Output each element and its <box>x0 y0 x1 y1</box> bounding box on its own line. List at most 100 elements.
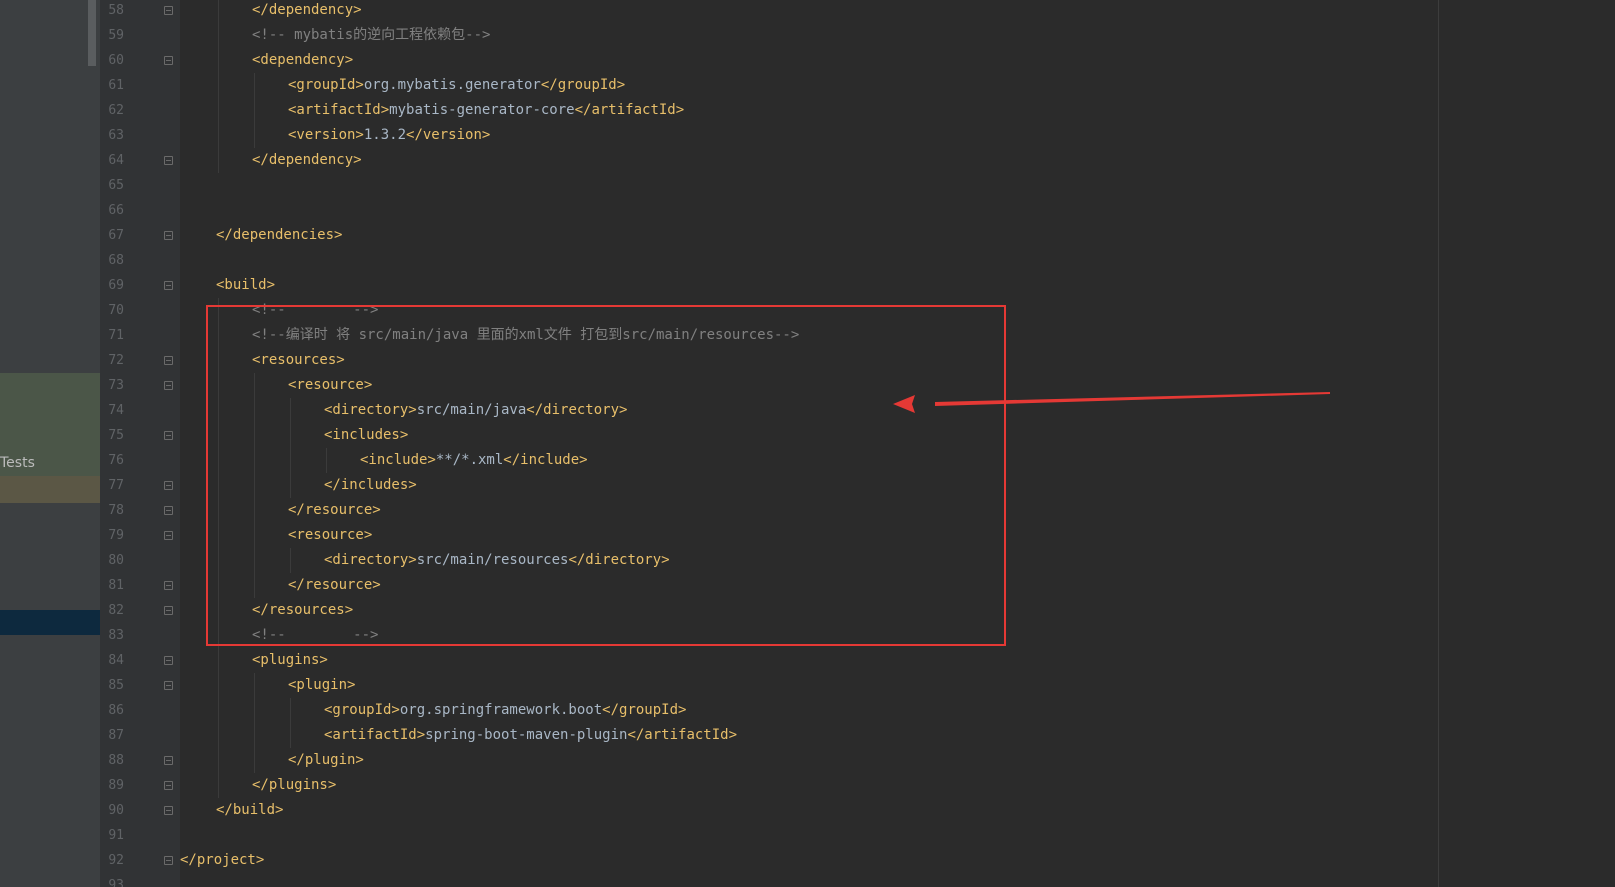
line-number: 77 <box>108 478 124 493</box>
code-line[interactable]: <plugin> <box>288 673 355 698</box>
line-number: 78 <box>108 503 124 518</box>
line-number: 74 <box>108 403 124 418</box>
line-number: 91 <box>108 828 124 843</box>
line-number: 68 <box>108 253 124 268</box>
xml-tag: </artifactId> <box>627 727 738 743</box>
code-line[interactable]: <artifactId>mybatis-generator-core</arti… <box>288 98 684 123</box>
xml-tag: <plugins> <box>252 652 328 668</box>
fold-toggle-icon[interactable] <box>164 6 173 15</box>
fold-toggle-icon[interactable] <box>164 231 173 240</box>
fold-toggle-icon[interactable] <box>164 656 173 665</box>
code-line[interactable]: </dependencies> <box>216 223 342 248</box>
line-number: 83 <box>108 628 124 643</box>
line-number: 62 <box>108 103 124 118</box>
indent-guide <box>218 773 219 798</box>
code-line[interactable]: </plugin> <box>288 748 364 773</box>
fold-toggle-icon[interactable] <box>164 756 173 765</box>
project-panel-scrollbar[interactable] <box>88 0 96 66</box>
line-number: 58 <box>108 3 124 18</box>
line-number: 82 <box>108 603 124 618</box>
xml-tag: </build> <box>216 802 284 818</box>
xml-tag: </dependency> <box>252 2 362 18</box>
fold-toggle-icon[interactable] <box>164 606 173 615</box>
code-line[interactable]: <plugins> <box>252 648 328 673</box>
line-number: 85 <box>108 678 124 693</box>
fold-toggle-icon[interactable] <box>164 356 173 365</box>
fold-toggle-icon[interactable] <box>164 581 173 590</box>
code-line[interactable]: </build> <box>216 798 283 823</box>
line-number: 70 <box>108 303 124 318</box>
fold-toggle-icon[interactable] <box>164 156 173 165</box>
xml-tag: <dependency> <box>252 52 354 68</box>
xml-text: org.springframework.boot <box>399 702 603 718</box>
indent-guide <box>218 698 219 723</box>
line-number: 64 <box>108 153 124 168</box>
fold-toggle-icon[interactable] <box>164 381 173 390</box>
line-number: 89 <box>108 778 124 793</box>
xml-tag: </project> <box>180 852 265 868</box>
indent-guide <box>290 698 291 723</box>
line-number: 59 <box>108 28 124 43</box>
line-number: 60 <box>108 53 124 68</box>
line-number: 66 <box>108 203 124 218</box>
xml-tag: <version> <box>288 127 364 143</box>
code-line[interactable]: </dependency> <box>252 0 362 23</box>
line-number: 65 <box>108 178 124 193</box>
fold-toggle-icon[interactable] <box>164 481 173 490</box>
code-line[interactable]: </dependency> <box>252 148 362 173</box>
fold-toggle-icon[interactable] <box>164 856 173 865</box>
line-number: 73 <box>108 378 124 393</box>
project-tree-selected-row[interactable] <box>0 610 100 635</box>
project-tree-highlight-secondary[interactable] <box>0 476 100 503</box>
code-line[interactable]: <artifactId>spring-boot-maven-plugin</ar… <box>324 723 737 748</box>
line-number: 81 <box>108 578 124 593</box>
line-number: 69 <box>108 278 124 293</box>
fold-toggle-icon[interactable] <box>164 531 173 540</box>
fold-toggle-icon[interactable] <box>164 781 173 790</box>
code-line[interactable]: <!-- mybatis的逆向工程依赖包--> <box>252 23 490 48</box>
xml-tag: <plugin> <box>288 677 356 693</box>
fold-toggle-icon[interactable] <box>164 681 173 690</box>
xml-tag: </groupId> <box>540 77 626 93</box>
project-tree-item-tests[interactable]: Tests <box>0 455 35 471</box>
indent-guide <box>218 148 219 173</box>
xml-text: org.mybatis.generator <box>363 77 541 93</box>
xml-text: mybatis-generator-core <box>389 102 575 118</box>
xml-tag: </artifactId> <box>574 102 685 118</box>
code-line[interactable]: <groupId>org.springframework.boot</group… <box>324 698 686 723</box>
line-number: 76 <box>108 453 124 468</box>
indent-guide <box>254 98 255 123</box>
fold-toggle-icon[interactable] <box>164 806 173 815</box>
line-number: 67 <box>108 228 124 243</box>
xml-tag: <build> <box>216 277 276 293</box>
code-line[interactable]: </project> <box>180 848 264 873</box>
line-number: 93 <box>108 878 124 887</box>
xml-tag: <artifactId> <box>324 727 426 743</box>
indent-guide <box>254 723 255 748</box>
line-number: 80 <box>108 553 124 568</box>
xml-text: 1.3.2 <box>363 127 407 143</box>
code-line[interactable]: </plugins> <box>252 773 336 798</box>
xml-tag: </groupId> <box>602 702 687 718</box>
indent-guide <box>254 123 255 148</box>
fold-toggle-icon[interactable] <box>164 506 173 515</box>
fold-toggle-icon[interactable] <box>164 56 173 65</box>
code-line[interactable]: <groupId>org.mybatis.generator</groupId> <box>288 73 625 98</box>
indent-guide <box>218 48 219 73</box>
indent-guide <box>218 748 219 773</box>
indent-guide <box>218 0 219 23</box>
fold-toggle-icon[interactable] <box>164 281 173 290</box>
line-number: 86 <box>108 703 124 718</box>
code-line[interactable]: <build> <box>216 273 275 298</box>
indent-guide <box>290 723 291 748</box>
xml-tag: </dependency> <box>252 152 362 168</box>
xml-tag: </version> <box>406 127 491 143</box>
fold-toggle-icon[interactable] <box>164 431 173 440</box>
indent-guide <box>218 98 219 123</box>
code-line[interactable]: <version>1.3.2</version> <box>288 123 490 148</box>
xml-tag: </plugins> <box>252 777 337 793</box>
xml-tag: </dependencies> <box>216 227 343 243</box>
line-number: 63 <box>108 128 124 143</box>
xml-tag: </plugin> <box>288 752 364 768</box>
code-line[interactable]: <dependency> <box>252 48 353 73</box>
